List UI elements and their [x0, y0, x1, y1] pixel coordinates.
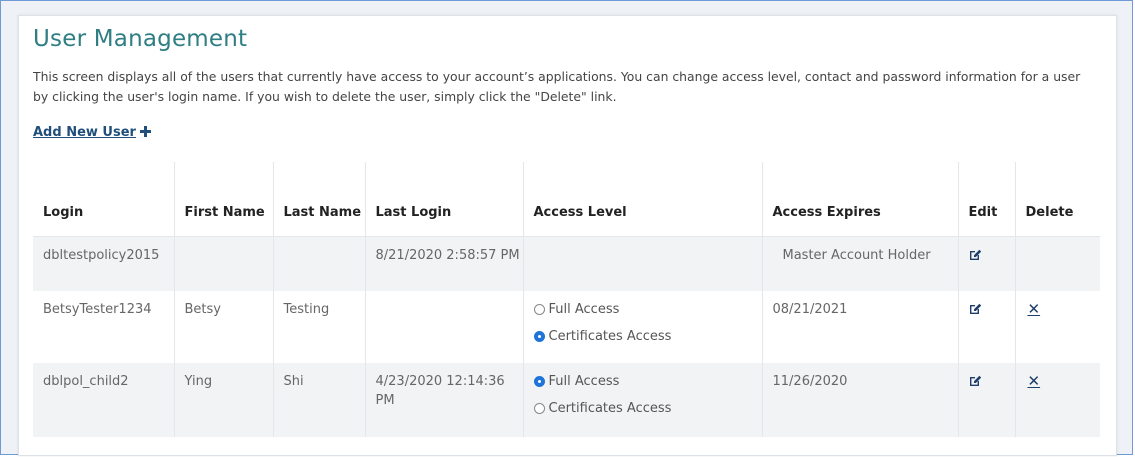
access-radio[interactable] — [533, 376, 545, 387]
cell-access-expires: Master Account Holder — [761, 236, 958, 291]
cell-login[interactable]: dbltestpolicy2015 — [33, 236, 174, 291]
cell-delete: ✕ — [1014, 291, 1100, 363]
cell-delete — [1014, 236, 1100, 291]
users-table: Login First Name Last Name Last Login Ac… — [33, 162, 1100, 437]
cell-last-name: Shi — [272, 363, 365, 437]
column-header-edit: Edit — [957, 162, 1015, 237]
cell-last-name — [272, 236, 365, 291]
access-option[interactable]: Certificates Access — [533, 395, 762, 422]
access-option-label: Full Access — [548, 374, 620, 389]
add-new-user-label: Add New User — [33, 125, 136, 140]
column-header-last-login[interactable]: Last Login — [364, 162, 523, 237]
plus-icon — [139, 126, 151, 137]
page-description: This screen displays all of the users th… — [33, 69, 1081, 104]
table-row: dblpol_child2 Ying Shi 4/23/2020 12:14:36 P… — [33, 363, 1100, 437]
cell-login[interactable]: dblpol_child2 — [33, 363, 174, 437]
column-header-delete: Delete — [1014, 162, 1100, 237]
cell-login[interactable]: BetsyTester1234 — [33, 291, 174, 363]
cell-access-level — [522, 236, 762, 291]
access-option[interactable]: Full Access — [533, 368, 762, 395]
close-icon[interactable]: ✕ — [1028, 372, 1041, 391]
cell-last-login: 8/21/2020 2:58:57 PM — [364, 236, 523, 291]
cell-edit — [957, 363, 1015, 437]
cell-access-expires: 11/26/2020 — [761, 363, 958, 437]
cell-access-level: Full Access Certificates Access — [522, 291, 762, 363]
close-icon[interactable]: ✕ — [1028, 300, 1041, 319]
cell-access-expires: 08/21/2021 — [761, 291, 958, 363]
access-option-label: Certificates Access — [548, 401, 672, 416]
cell-last-login — [364, 291, 523, 363]
access-option[interactable]: Certificates Access — [533, 323, 762, 350]
access-radio[interactable] — [533, 403, 545, 414]
cell-edit — [957, 291, 1015, 363]
cell-access-level: Full Access Certificates Access — [522, 363, 762, 437]
table-header-row: Login First Name Last Name Last Login Ac… — [33, 162, 1100, 237]
column-header-login[interactable]: Login — [33, 162, 174, 237]
table-row: BetsyTester1234 Betsy Testing Full Access Ce… — [33, 291, 1100, 363]
column-header-first-name[interactable]: First Name — [173, 162, 273, 237]
column-header-access-level: Access Level — [522, 162, 762, 237]
access-radio[interactable] — [533, 331, 545, 342]
page-title: User Management — [33, 26, 248, 52]
cell-first-name — [173, 236, 273, 291]
cell-first-name: Ying — [173, 363, 273, 437]
column-header-last-name[interactable]: Last Name — [272, 162, 365, 237]
access-option[interactable]: Full Access — [533, 296, 762, 323]
column-header-access-expires[interactable]: Access Expires — [761, 162, 958, 237]
cell-delete: ✕ — [1014, 363, 1100, 437]
cell-last-name: Testing — [272, 291, 365, 363]
cell-first-name: Betsy — [173, 291, 273, 363]
window-frame: User Management This screen displays all… — [0, 0, 1133, 456]
add-new-user-link[interactable]: Add New User — [33, 125, 151, 140]
edit-icon[interactable] — [969, 248, 982, 267]
access-option-label: Certificates Access — [548, 329, 672, 344]
edit-icon[interactable] — [969, 302, 982, 321]
edit-icon[interactable] — [969, 374, 982, 393]
cell-last-login: 4/23/2020 12:14:36 PM — [364, 363, 523, 437]
user-management-panel: User Management This screen displays all… — [18, 15, 1117, 456]
access-option-label: Full Access — [548, 302, 620, 317]
table-row: dbltestpolicy2015 8/21/2020 2:58:57 PM Mas… — [33, 236, 1100, 291]
cell-edit — [957, 236, 1015, 291]
access-radio[interactable] — [533, 304, 545, 315]
